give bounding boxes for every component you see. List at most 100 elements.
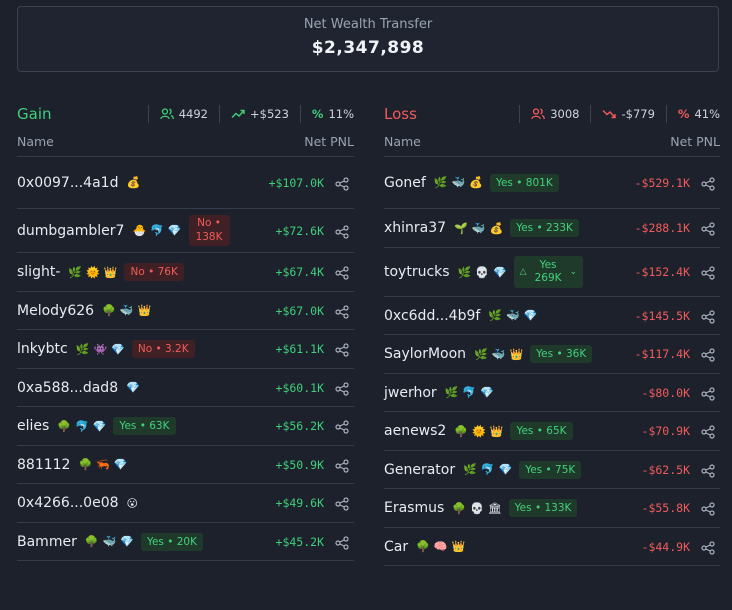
net-pnl-value: -$529.1K: [634, 175, 690, 190]
diamond-icon: 💎: [492, 265, 507, 279]
trader-name[interactable]: 0x0097...4a1d: [17, 175, 118, 191]
chick-icon: 🐣: [132, 224, 147, 237]
net-wealth-summary: Net Wealth Transfer $2,347,898: [17, 6, 719, 72]
gain-table-row[interactable]: 0xa588...dad8 💎 +$60.1K: [17, 369, 354, 407]
loss-table-row[interactable]: SaylorMoon 🌿 🐳 👑 Yes • 36K -$117.4K: [384, 335, 720, 374]
net-pnl-value: +$60.1K: [275, 380, 324, 395]
gain-table-row[interactable]: 0x0097...4a1d 💰 +$107.0K: [17, 157, 354, 209]
loss-table-row[interactable]: aenews2 🌳 🌞 👑 Yes • 65K -$70.9K: [384, 412, 720, 451]
share-icon[interactable]: [701, 463, 715, 482]
position-pill[interactable]: Yes • 133K: [508, 499, 578, 517]
trader-name[interactable]: Bammer: [17, 534, 77, 550]
loss-table-row[interactable]: xhinra37 🌱 🐳 💰 Yes • 233K -$288.1K: [384, 209, 720, 248]
loss-table-row[interactable]: 0xc6dd...4b9f 🌿 🐳 💎 -$145.5K: [384, 297, 720, 335]
trader-name[interactable]: dumbgambler7: [17, 223, 124, 239]
share-icon[interactable]: [701, 176, 715, 195]
share-icon[interactable]: [335, 342, 349, 361]
share-icon[interactable]: [335, 224, 349, 243]
share-icon[interactable]: [335, 458, 349, 477]
trader-name[interactable]: jwerhor: [384, 385, 437, 401]
position-pill[interactable]: No • 76K: [124, 263, 184, 281]
loss-table-row[interactable]: Generator 🌿 🐬 💎 Yes • 75K -$62.5K: [384, 451, 720, 489]
gain-table-row[interactable]: dumbgambler7 🐣 🐬 💎 No • 138K +$72.6K: [17, 209, 354, 253]
loss-panel: Loss 3008 -$779 % 41% Name Net PNL Gonef…: [384, 100, 720, 566]
trader-name[interactable]: Melody626: [17, 303, 94, 319]
trader-name[interactable]: Erasmus: [384, 500, 444, 516]
trader-name[interactable]: 0x4266...0e08: [17, 495, 119, 511]
position-pill[interactable]: Yes • 233K: [510, 219, 579, 237]
share-icon[interactable]: [701, 221, 715, 240]
share-icon[interactable]: [335, 419, 349, 438]
badge-group: 🌳 💀 🏛: [448, 503, 501, 514]
gain-table-row[interactable]: elies 🌳 🐬 💎 Yes • 63K +$56.2K: [17, 407, 354, 446]
trader-name[interactable]: lnkybtc: [17, 341, 68, 357]
trader-name[interactable]: elies: [17, 418, 49, 434]
share-icon[interactable]: [701, 424, 715, 443]
net-pnl-value: +$49.6K: [275, 496, 324, 510]
loss-title: Loss: [384, 104, 417, 123]
trader-name[interactable]: 0xc6dd...4b9f: [384, 308, 480, 324]
badge-group: 🌱 🐳 💰: [450, 223, 503, 234]
dolphin-icon: 🐬: [480, 463, 495, 476]
position-pill[interactable]: Yes • 801K: [489, 173, 559, 192]
chevron-down-icon[interactable]: ⌄: [570, 267, 578, 277]
share-icon[interactable]: [335, 176, 349, 195]
crown-icon: 👑: [103, 265, 118, 279]
position-pill[interactable]: Yes • 65K: [510, 422, 573, 440]
badge-group: 🌿 🐬 💎: [441, 387, 494, 398]
trader-name[interactable]: Generator: [384, 462, 455, 478]
position-pill[interactable]: Yes • 63K: [113, 417, 176, 435]
share-icon[interactable]: [701, 540, 715, 559]
share-icon[interactable]: [335, 304, 349, 323]
trader-name[interactable]: xhinra37: [384, 220, 446, 236]
trader-name[interactable]: 881112: [17, 457, 70, 473]
net-pnl-value: -$44.9K: [641, 539, 690, 554]
gain-table-row[interactable]: 0x4266...0e08 😮 +$49.6K: [17, 484, 354, 523]
trader-name[interactable]: SaylorMoon: [384, 346, 466, 362]
position-pill[interactable]: Yes • 75K: [519, 460, 582, 479]
loss-table-row[interactable]: toytrucks 🌿 💀 💎 △ Yes 269K ⌄ -$152.4K: [384, 248, 720, 297]
loss-table-row[interactable]: jwerhor 🌿 🐬 💎 -$80.0K: [384, 374, 720, 412]
position-pill[interactable]: Yes • 20K: [140, 532, 204, 551]
position-pill[interactable]: △ Yes 269K ⌄: [513, 255, 584, 289]
gain-table-row[interactable]: slight- 🌿 🌞 👑 No • 76K +$67.4K: [17, 253, 354, 292]
share-icon[interactable]: [701, 309, 715, 328]
position-pill[interactable]: No • 3.2K: [131, 340, 195, 358]
loss-table-row[interactable]: Car 🌳 🧠 👑 -$44.9K: [384, 528, 720, 566]
trader-name[interactable]: slight-: [17, 264, 60, 280]
net-pnl-value: -$152.4K: [634, 265, 690, 279]
gain-panel: Gain 4492 +$523 % 11% Name Net PNL 0x009…: [17, 100, 354, 561]
trader-name[interactable]: aenews2: [384, 423, 446, 439]
share-icon[interactable]: [701, 347, 715, 366]
position-pill[interactable]: No • 138K: [188, 215, 230, 246]
gain-table-row[interactable]: Bammer 🌳 🐳 💎 Yes • 20K +$45.2K: [17, 523, 354, 561]
tree-icon: 🌳: [84, 535, 99, 548]
share-icon[interactable]: [701, 386, 715, 405]
diamond-icon: 💎: [126, 381, 140, 394]
share-icon[interactable]: [335, 381, 349, 400]
share-icon[interactable]: [335, 265, 349, 284]
gain-change-stat: +$523: [219, 104, 300, 123]
loss-column-header: Name Net PNL: [384, 127, 720, 157]
gain-table-row[interactable]: lnkybtc 🌿 👾 💎 No • 3.2K +$61.1K: [17, 330, 354, 369]
loss-table-row[interactable]: Erasmus 🌳 💀 🏛 Yes • 133K -$55.8K: [384, 489, 720, 528]
position-pill[interactable]: Yes • 36K: [530, 345, 593, 363]
net-pnl-value: +$72.6K: [275, 223, 324, 238]
loss-col-pnl: Net PNL: [670, 134, 720, 149]
loss-header: Loss 3008 -$779 % 41%: [384, 100, 720, 127]
trader-name[interactable]: toytrucks: [384, 264, 450, 280]
share-icon[interactable]: [335, 496, 349, 515]
share-icon[interactable]: [701, 501, 715, 520]
crown-icon: 👑: [509, 347, 524, 361]
badge-group: 🌿 🐳 💰: [430, 177, 483, 188]
loss-table-row[interactable]: Gonef 🌿 🐳 💰 Yes • 801K -$529.1K: [384, 157, 720, 209]
trader-name[interactable]: 0xa588...dad8: [17, 380, 118, 396]
whale-icon: 🐳: [119, 304, 134, 317]
gain-table-row[interactable]: 881112 🌳 🦐 💎 +$50.9K: [17, 446, 354, 484]
gain-table-row[interactable]: Melody626 🌳 🐳 👑 +$67.0K: [17, 292, 354, 330]
share-icon[interactable]: [335, 535, 349, 554]
trader-name[interactable]: Car: [384, 539, 408, 555]
trader-name[interactable]: Gonef: [384, 175, 426, 191]
loss-change-stat: -$779: [590, 104, 665, 123]
share-icon[interactable]: [701, 265, 715, 284]
